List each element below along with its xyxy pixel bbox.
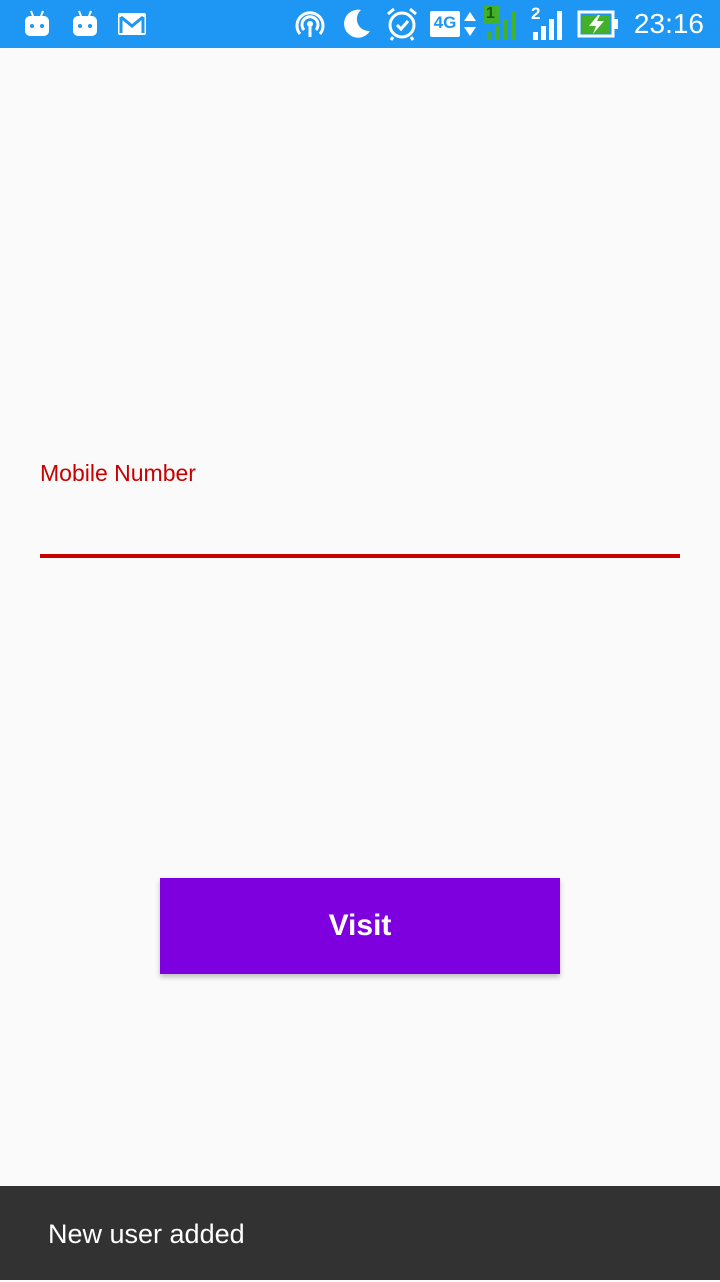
signal-sim2-icon: 2 <box>530 0 568 48</box>
4g-data-icon: 4G <box>430 0 478 48</box>
mobile-number-input[interactable] <box>40 492 680 552</box>
signal-sim1-icon: 1 <box>484 0 522 48</box>
status-bar: 4G 1 2 23:16 <box>0 0 720 48</box>
status-time: 23:16 <box>633 8 704 39</box>
alarm-icon <box>382 0 422 48</box>
mobile-number-label: Mobile Number <box>40 460 196 486</box>
do-not-disturb-moon-icon <box>336 0 376 48</box>
snackbar-message: New user added <box>48 1219 245 1249</box>
mobile-number-underline <box>40 554 680 558</box>
hotspot-icon <box>292 0 328 48</box>
android-notification-icon <box>20 0 54 48</box>
network-type-label: 4G <box>433 13 457 32</box>
gmail-icon <box>116 0 148 48</box>
visit-button[interactable]: Visit <box>160 878 560 974</box>
android-notification-icon <box>68 0 102 48</box>
battery-charging-icon <box>576 0 620 48</box>
snackbar: New user added <box>0 1186 720 1280</box>
